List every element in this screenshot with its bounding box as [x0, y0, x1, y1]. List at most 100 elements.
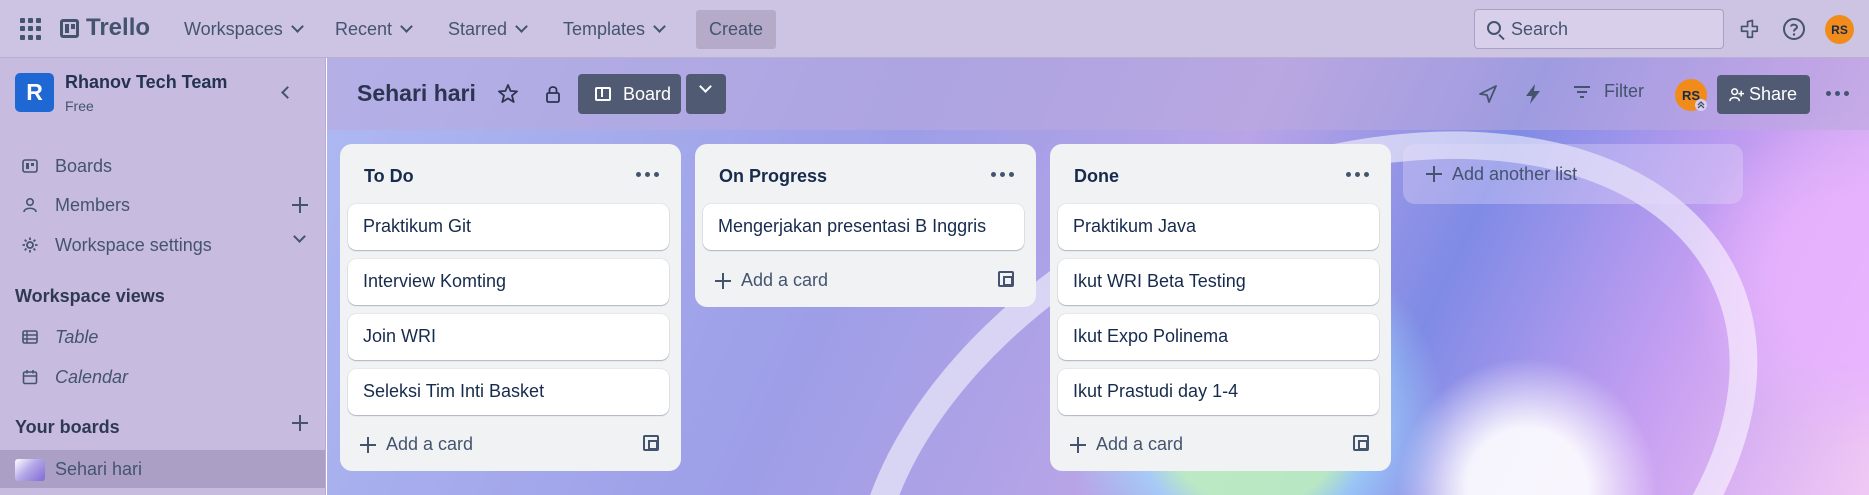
- list-actions-icon[interactable]: [636, 172, 660, 178]
- list-done: Done Praktikum Java Ikut WRI Beta Testin…: [1050, 144, 1391, 471]
- sidebar-item-workspace-settings[interactable]: Workspace settings: [0, 226, 325, 264]
- add-person-icon: [1729, 88, 1744, 102]
- list-on-progress: On Progress Mengerjakan presentasi B Ing…: [695, 144, 1036, 307]
- sidebar-item-label: Table: [55, 326, 99, 347]
- add-card-label: Add a card: [1096, 434, 1184, 454]
- workspace-views-heading: Workspace views: [15, 286, 165, 306]
- filter-label: Filter: [1604, 81, 1644, 101]
- add-board-icon[interactable]: [290, 413, 310, 433]
- sidebar-item-boards[interactable]: Boards: [0, 147, 325, 185]
- workspaces-menu[interactable]: Workspaces: [176, 12, 310, 46]
- boards-icon: [22, 159, 38, 173]
- your-boards-heading: Your boards: [15, 417, 120, 437]
- list-title[interactable]: Done: [1074, 166, 1119, 187]
- user-avatar[interactable]: RS: [1825, 15, 1854, 44]
- workspace-plan: Free: [65, 98, 94, 114]
- starred-menu[interactable]: Starred: [440, 12, 534, 46]
- plus-icon: [1070, 436, 1086, 453]
- add-card-button[interactable]: Add a card: [360, 434, 473, 455]
- board-view-button[interactable]: Board: [578, 74, 681, 114]
- card[interactable]: Ikut Expo Polinema: [1058, 314, 1379, 360]
- add-card-button[interactable]: Add a card: [1070, 434, 1183, 455]
- templates-menu[interactable]: Templates: [555, 12, 672, 46]
- notifications-icon[interactable]: [1738, 17, 1762, 41]
- starred-label: Starred: [448, 18, 508, 39]
- sidebar-board-sehari-hari[interactable]: Sehari hari: [0, 450, 325, 488]
- chevron-down-icon[interactable]: [293, 230, 306, 243]
- sidebar-item-label: Calendar: [55, 366, 129, 387]
- search-icon: [1487, 21, 1501, 35]
- workspace-logo[interactable]: R: [15, 73, 54, 112]
- card[interactable]: Praktikum Git: [348, 204, 669, 250]
- board-menu-icon[interactable]: [1826, 91, 1850, 97]
- person-icon: [23, 197, 37, 213]
- list-title[interactable]: To Do: [364, 166, 414, 187]
- table-icon: [22, 330, 38, 344]
- top-navigation-bar: Trello Workspaces Recent Starred Templat…: [0, 0, 1869, 58]
- list-title[interactable]: On Progress: [719, 166, 827, 187]
- filter-button[interactable]: Filter: [1574, 81, 1644, 102]
- trello-logo[interactable]: Trello: [60, 14, 150, 42]
- workspaces-label: Workspaces: [184, 18, 283, 39]
- sidebar-item-label: Workspace settings: [55, 234, 212, 255]
- add-member-icon[interactable]: [290, 195, 310, 215]
- gear-icon: [22, 237, 38, 253]
- sidebar-item-label: Boards: [55, 155, 113, 176]
- share-button[interactable]: Share: [1717, 75, 1810, 114]
- sidebar-item-table[interactable]: Table: [0, 318, 325, 356]
- create-from-template-icon[interactable]: [643, 435, 659, 451]
- plus-icon: [360, 436, 376, 453]
- power-ups-icon[interactable]: [1476, 82, 1500, 106]
- recent-menu[interactable]: Recent: [327, 12, 419, 46]
- card[interactable]: Join WRI: [348, 314, 669, 360]
- sidebar-item-members[interactable]: Members: [0, 186, 325, 224]
- create-from-template-icon[interactable]: [998, 271, 1014, 287]
- board-title[interactable]: Sehari hari: [357, 80, 476, 107]
- card[interactable]: Ikut WRI Beta Testing: [1058, 259, 1379, 305]
- card[interactable]: Interview Komting: [348, 259, 669, 305]
- chevron-down-icon: [653, 20, 666, 33]
- chevron-down-icon: [515, 20, 528, 33]
- automation-icon[interactable]: [1521, 82, 1545, 106]
- card[interactable]: Praktikum Java: [1058, 204, 1379, 250]
- plus-icon: [1426, 166, 1442, 182]
- add-list-button[interactable]: Add another list: [1403, 144, 1743, 204]
- board-thumbnail: [15, 459, 45, 481]
- sidebar-board-label: Sehari hari: [55, 458, 143, 479]
- lock-icon[interactable]: [541, 82, 565, 106]
- sidebar-item-calendar[interactable]: Calendar: [0, 358, 325, 396]
- sidebar: R Rhanov Tech Team Free Boards Members W…: [0, 58, 326, 495]
- star-icon[interactable]: [496, 82, 520, 106]
- add-list-label: Add another list: [1452, 163, 1578, 184]
- card[interactable]: Ikut Prastudi day 1-4: [1058, 369, 1379, 415]
- add-card-button[interactable]: Add a card: [715, 270, 828, 291]
- workspace-name[interactable]: Rhanov Tech Team: [65, 72, 227, 93]
- add-card-label: Add a card: [741, 270, 829, 290]
- search-input[interactable]: Search: [1474, 9, 1724, 49]
- create-from-template-icon[interactable]: [1353, 435, 1369, 451]
- calendar-icon: [22, 370, 38, 385]
- recent-label: Recent: [335, 18, 393, 39]
- help-icon[interactable]: [1782, 17, 1806, 41]
- chevron-down-icon: [290, 20, 304, 33]
- app-name: Trello: [86, 14, 151, 41]
- app-switcher-icon[interactable]: [20, 18, 42, 40]
- add-card-label: Add a card: [386, 434, 474, 454]
- card[interactable]: Mengerjakan presentasi B Inggris: [703, 204, 1024, 250]
- card[interactable]: Seleksi Tim Inti Basket: [348, 369, 669, 415]
- share-label: Share: [1749, 84, 1798, 104]
- trello-logo-icon: [60, 18, 79, 38]
- search-placeholder: Search: [1511, 18, 1569, 39]
- list-actions-icon[interactable]: [1346, 172, 1370, 178]
- list-actions-icon[interactable]: [991, 172, 1015, 178]
- create-button[interactable]: Create: [696, 10, 776, 49]
- list-to-do: To Do Praktikum Git Interview Komting Jo…: [340, 144, 681, 471]
- chevron-down-icon: [400, 20, 413, 33]
- view-switcher-button[interactable]: [686, 74, 726, 114]
- board-view-label: Board: [623, 83, 672, 104]
- admin-chevrons-icon: [1695, 99, 1707, 111]
- chevron-down-icon: [699, 80, 712, 93]
- collapse-sidebar-icon[interactable]: [281, 86, 294, 99]
- sidebar-item-label: Members: [55, 194, 131, 215]
- filter-icon: [1574, 85, 1590, 98]
